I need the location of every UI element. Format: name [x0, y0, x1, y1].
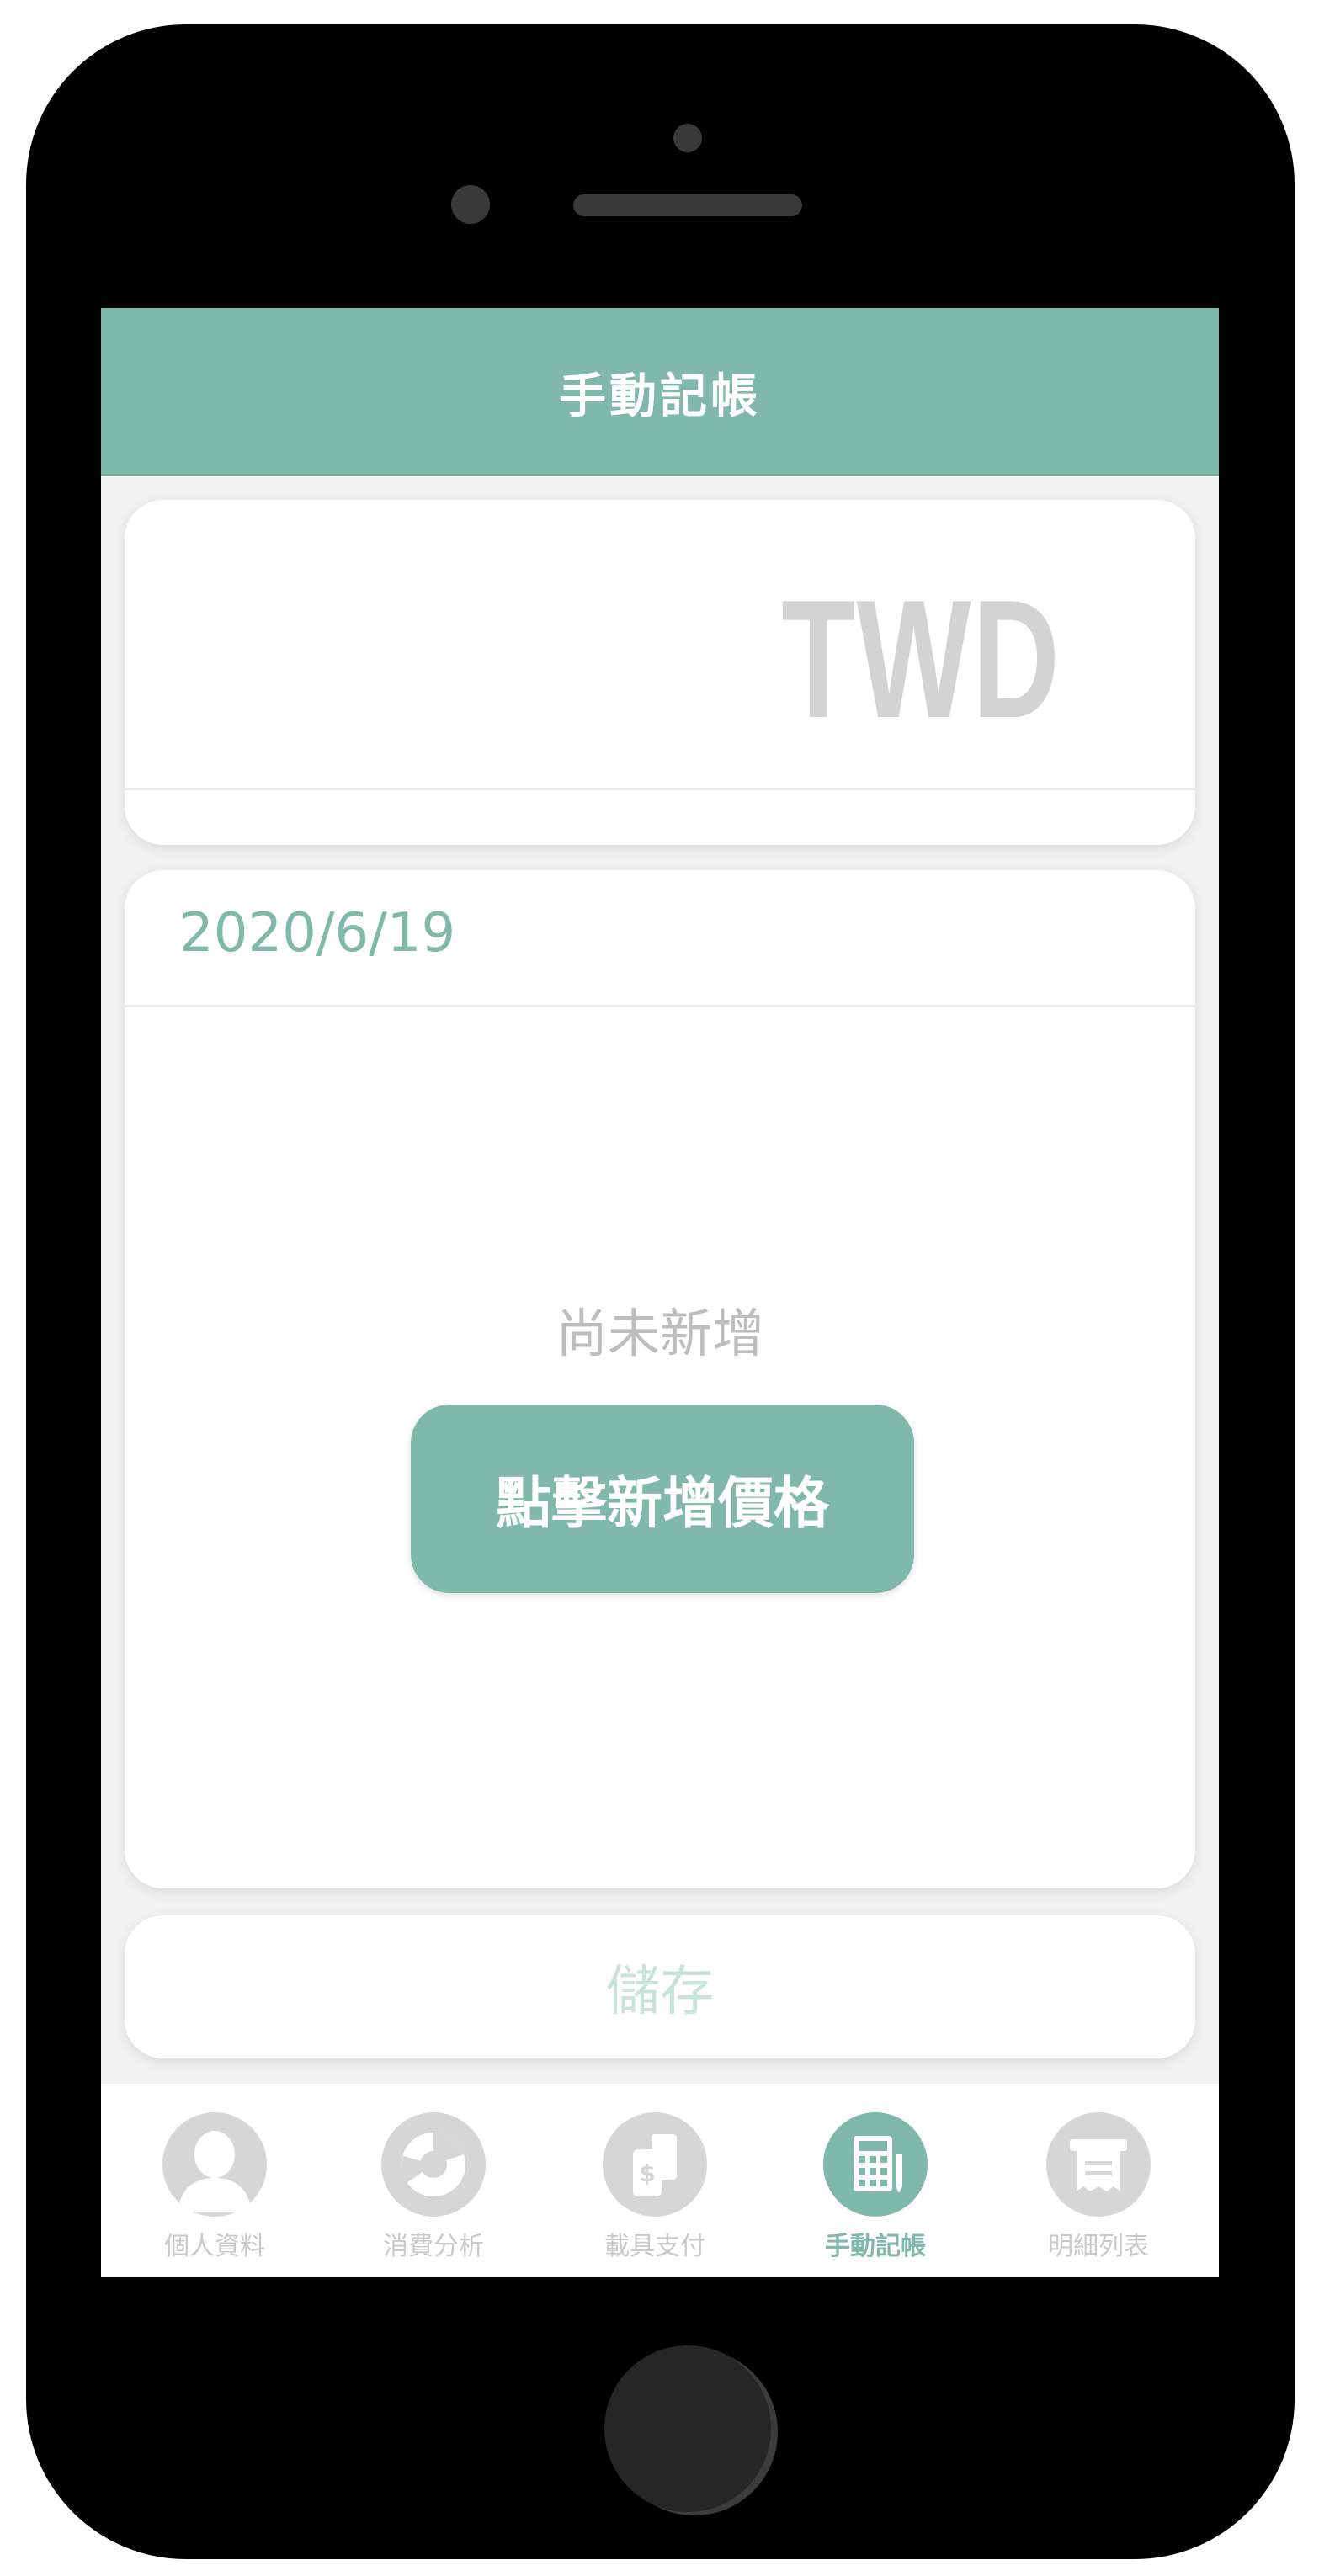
app-screen: 手動記帳 TWD 2020/6/19 尚未新增 點擊新增價格 儲存 個人資料 消… [101, 308, 1219, 2277]
camera-icon [673, 124, 702, 152]
svg-text:$: $ [639, 2159, 655, 2187]
app-header: 手動記帳 [101, 308, 1219, 476]
date-divider [125, 1005, 1195, 1007]
empty-state-text: 尚未新增 [555, 1303, 764, 1364]
home-button[interactable] [604, 2345, 771, 2512]
add-price-button[interactable]: 點擊新增價格 [411, 1405, 914, 1593]
nav-label: 個人資料 [164, 2232, 265, 2261]
save-button[interactable]: 儲存 [125, 1915, 1195, 2058]
pie-chart-icon [381, 2112, 486, 2217]
sensor-icon [451, 185, 490, 224]
save-button-label: 儲存 [606, 1961, 714, 2023]
currency-label: TWD [780, 566, 1061, 753]
nav-item-detail-list[interactable]: 明細列表 [997, 2084, 1199, 2277]
nav-label: 消費分析 [383, 2232, 484, 2261]
nav-label: 手動記帳 [825, 2232, 926, 2261]
calculator-icon [823, 2112, 928, 2217]
nav-item-profile[interactable]: 個人資料 [114, 2084, 316, 2277]
nav-label: 載具支付 [604, 2232, 705, 2261]
nav-label: 明細列表 [1048, 2232, 1149, 2261]
nav-item-analysis[interactable]: 消費分析 [332, 2084, 535, 2277]
speaker-icon [573, 194, 802, 216]
page-title: 手動記帳 [559, 369, 761, 424]
card-pay-icon: $ [603, 2112, 707, 2217]
amount-card: TWD [125, 500, 1195, 845]
nav-item-manual-entry[interactable]: 手動記帳 [774, 2084, 976, 2277]
detail-card: 2020/6/19 尚未新增 點擊新增價格 [125, 870, 1195, 1888]
amount-input[interactable] [183, 559, 857, 710]
date-field[interactable]: 2020/6/19 [179, 902, 455, 964]
nav-item-carrier-pay[interactable]: $ 載具支付 [554, 2084, 756, 2277]
profile-icon [162, 2112, 267, 2217]
receipt-icon [1046, 2112, 1151, 2217]
bottom-nav: 個人資料 消費分析 $ 載具支付 手動記帳 明細列表 [101, 2084, 1219, 2277]
amount-divider [125, 788, 1195, 790]
